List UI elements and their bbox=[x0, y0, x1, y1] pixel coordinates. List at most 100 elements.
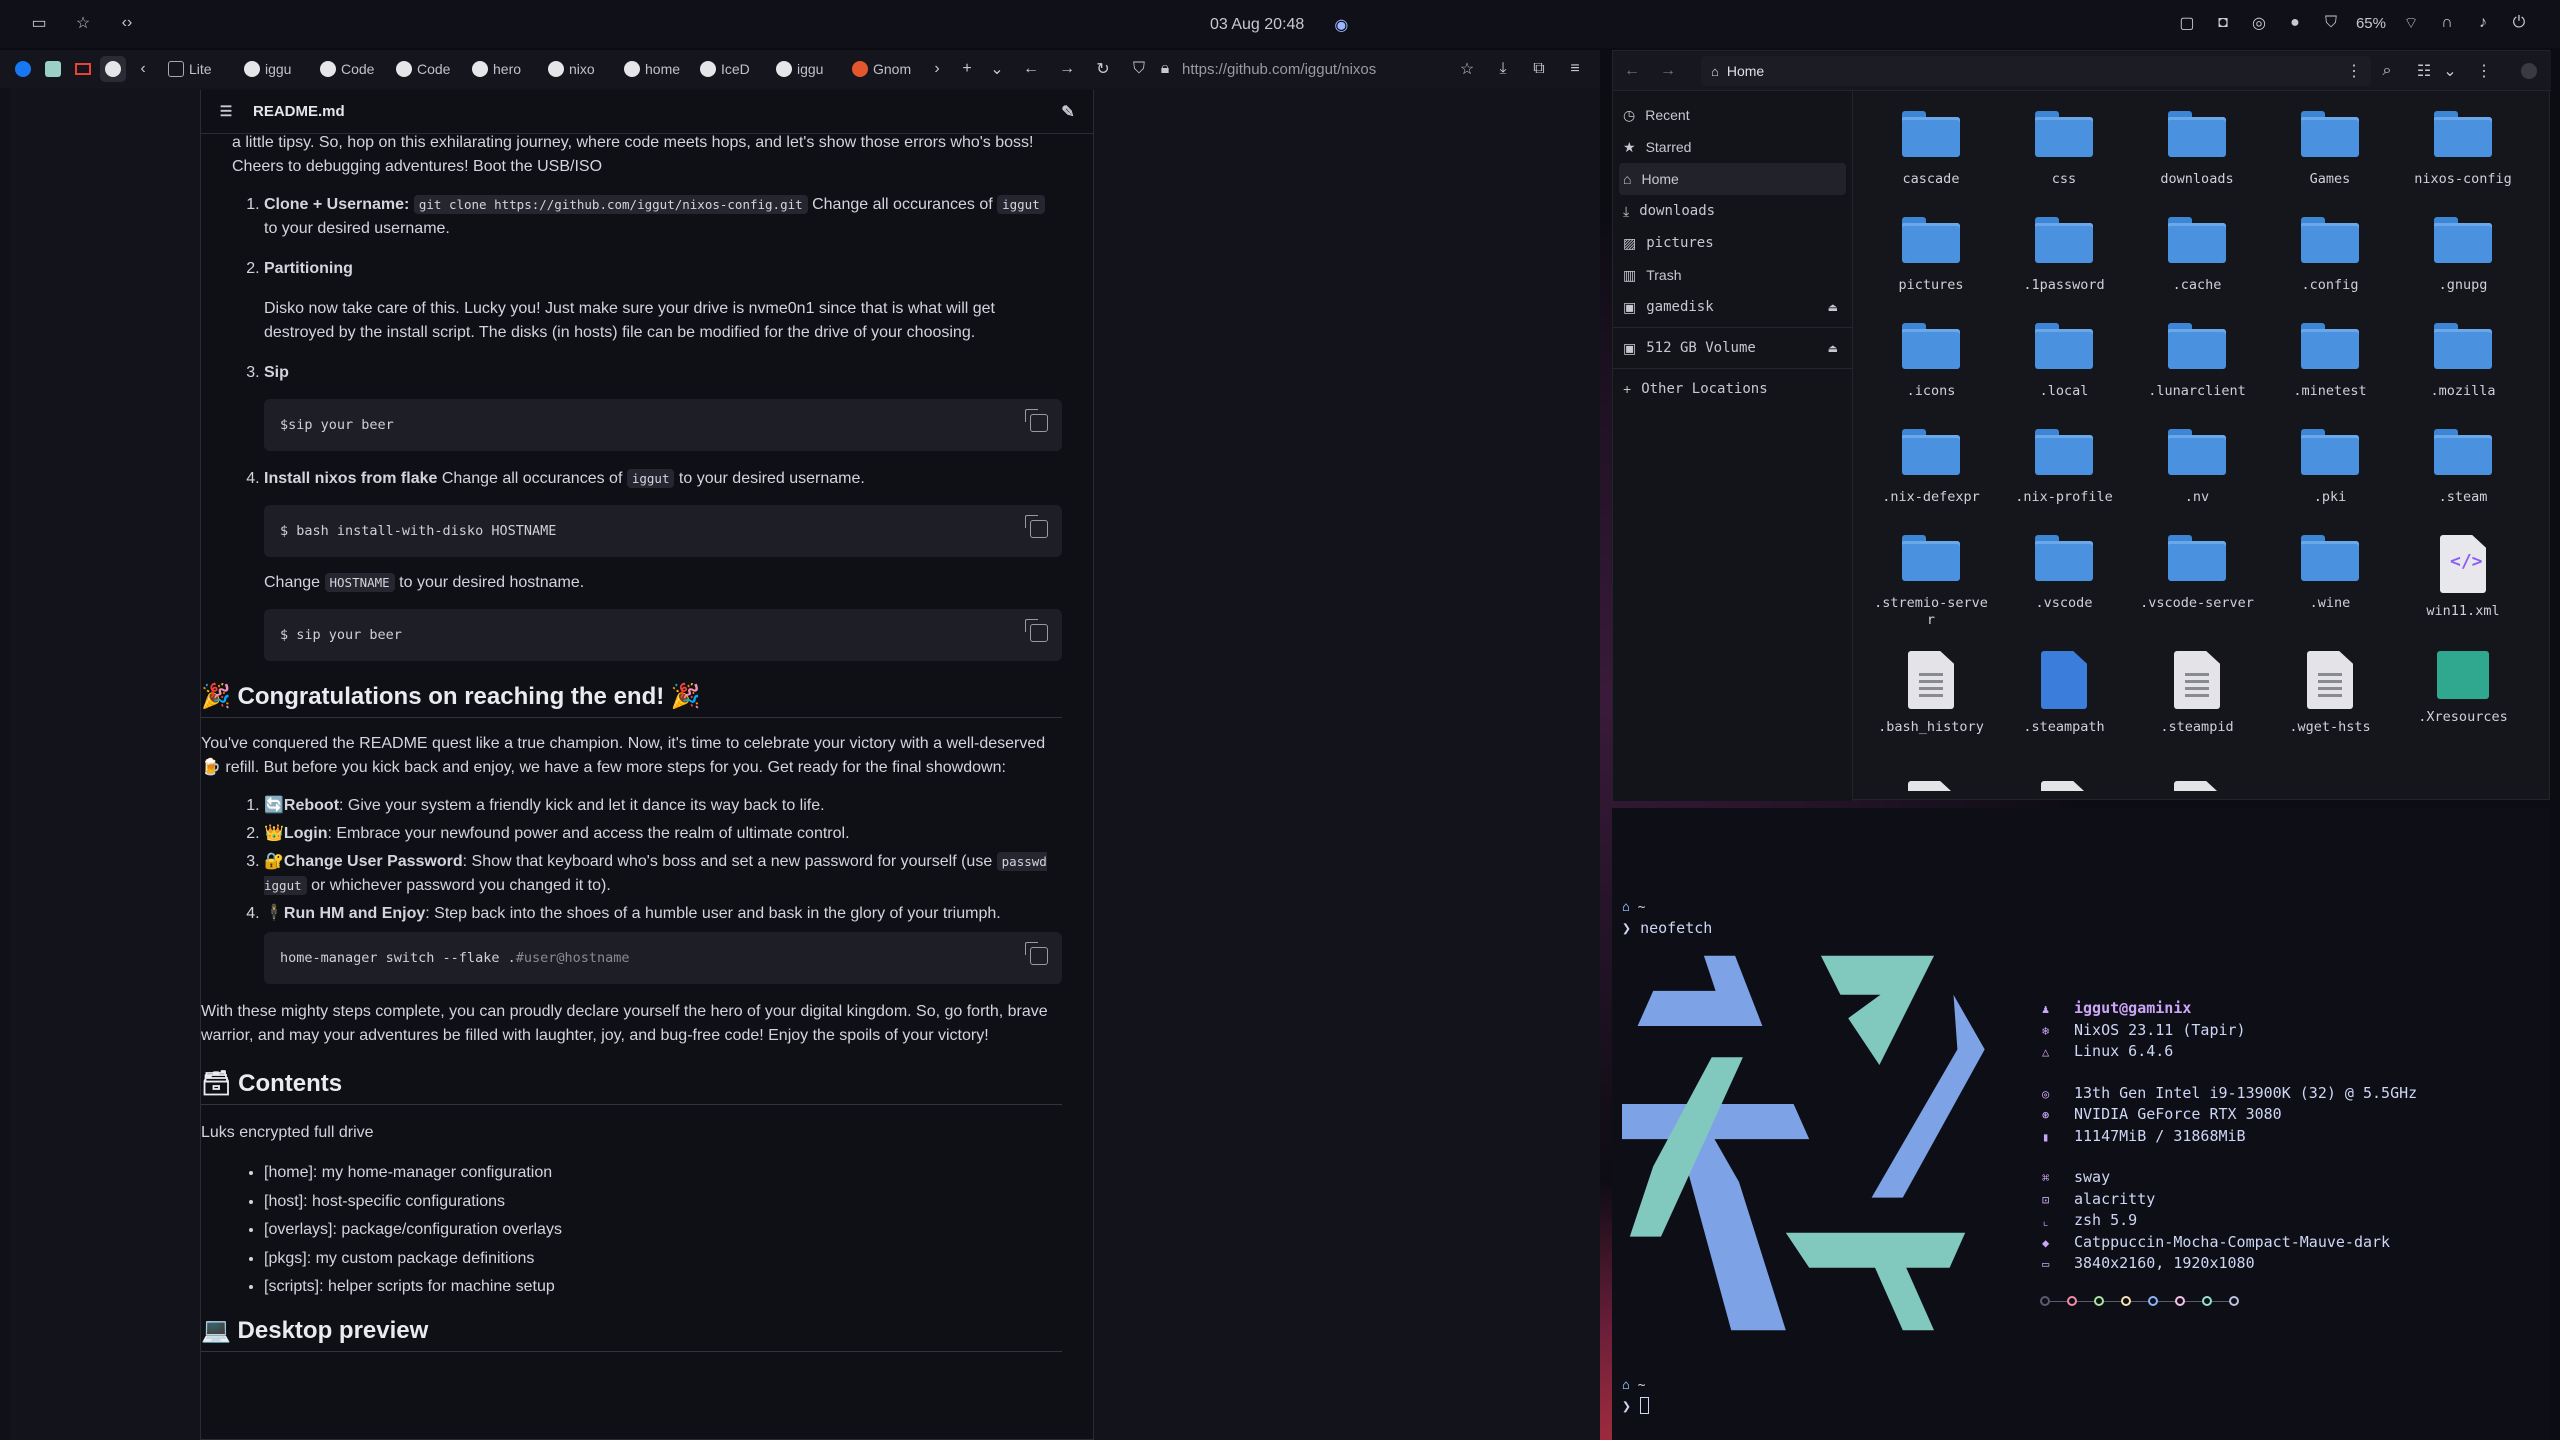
desktop-icon[interactable]: ▭ bbox=[28, 12, 50, 34]
gmail-pinned-tab[interactable] bbox=[70, 56, 96, 82]
file-item[interactable]: .stremio-server bbox=[1871, 535, 1991, 629]
gamepad-icon[interactable]: ◘ bbox=[2212, 12, 2234, 34]
tab-2[interactable]: iggu bbox=[236, 53, 312, 85]
sidebar-item-other-locations[interactable]: + Other Locations bbox=[1613, 373, 1852, 405]
eject-icon[interactable]: ⏏ bbox=[1828, 342, 1838, 355]
file-item[interactable]: .wine bbox=[2270, 535, 2390, 612]
sidebar-item-gamedisk[interactable]: ▣ gamedisk ⏏ bbox=[1613, 291, 1852, 323]
file-item[interactable]: .nix-defexpr bbox=[1871, 429, 1991, 506]
menu-icon[interactable]: ⋮ bbox=[2473, 60, 2495, 82]
file-item[interactable]: .local bbox=[2004, 323, 2124, 400]
outline-icon[interactable]: ☰ bbox=[215, 101, 237, 123]
file-item[interactable]: .1password bbox=[2004, 217, 2124, 294]
file-item[interactable]: .pki bbox=[2270, 429, 2390, 506]
screen-icon[interactable]: ▢ bbox=[2176, 12, 2198, 34]
list-tabs-icon[interactable]: ⌄ bbox=[986, 58, 1008, 80]
file-item[interactable]: nixos-config bbox=[2403, 111, 2523, 188]
new-tab-icon[interactable]: + bbox=[956, 58, 978, 80]
file-item[interactable]: .steam bbox=[2403, 429, 2523, 506]
record-icon[interactable]: ◎ bbox=[2248, 12, 2270, 34]
file-item[interactable]: Games bbox=[2270, 111, 2390, 188]
search-icon[interactable]: ⌕ bbox=[2376, 60, 2398, 82]
downloads-icon[interactable]: ⤓ bbox=[1492, 58, 1514, 80]
pinned-tab-2[interactable] bbox=[40, 56, 66, 82]
tab-5[interactable]: hero bbox=[464, 53, 540, 85]
view-list-icon[interactable]: ☷ bbox=[2413, 60, 2435, 82]
reload-icon[interactable]: ↻ bbox=[1092, 58, 1114, 80]
file-item[interactable]: css bbox=[2004, 111, 2124, 188]
shield-icon[interactable]: ⛉ bbox=[2320, 12, 2342, 34]
back-icon[interactable]: ← bbox=[1621, 60, 1643, 82]
copy-icon[interactable] bbox=[1025, 409, 1048, 432]
file-item[interactable]: .steampath bbox=[2004, 651, 2124, 736]
file-item[interactable]: cascade bbox=[1871, 111, 1991, 188]
clock[interactable]: 03 Aug 20:48 bbox=[1210, 16, 1304, 34]
file-item[interactable]: .nix-profile bbox=[2004, 429, 2124, 506]
wifi-icon[interactable]: ⌔ bbox=[2400, 12, 2422, 34]
text-file-icon bbox=[2174, 781, 2220, 791]
bookmark-star-icon[interactable]: ☆ bbox=[1456, 58, 1478, 80]
tab-10[interactable]: Gnom bbox=[844, 53, 920, 85]
file-item[interactable]: .gnupg bbox=[2403, 217, 2523, 294]
view-options-icon[interactable]: ⌄ bbox=[2439, 60, 2461, 82]
sidebar-item-starred[interactable]: ★ Starred bbox=[1613, 131, 1852, 163]
sidebar-item-trash[interactable]: ▥ Trash bbox=[1613, 259, 1852, 291]
copy-icon[interactable] bbox=[1025, 619, 1048, 642]
file-item[interactable]: </> win11.xml bbox=[2403, 535, 2523, 620]
star-icon[interactable]: ☆ bbox=[72, 12, 94, 34]
edit-pencil-icon[interactable]: ✎ bbox=[1057, 101, 1079, 123]
file-item[interactable]: .mozilla bbox=[2403, 323, 2523, 400]
path-bar[interactable]: ⌂ Home ⋮ bbox=[1701, 56, 2371, 86]
tab-8[interactable]: IceD bbox=[692, 53, 768, 85]
url-field[interactable]: https://github.com/iggut/nixos bbox=[1182, 61, 1442, 78]
eject-icon[interactable]: ⏏ bbox=[1828, 301, 1838, 314]
forward-icon[interactable]: → bbox=[1657, 60, 1679, 82]
headphones-icon[interactable]: ∩ bbox=[2436, 12, 2458, 34]
sidebar-item-volume[interactable]: ▣ 512 GB Volume ⏏ bbox=[1613, 332, 1852, 364]
copy-icon[interactable] bbox=[1025, 515, 1048, 538]
file-item[interactable]: .icons bbox=[1871, 323, 1991, 400]
file-item[interactable]: .minetest bbox=[2270, 323, 2390, 400]
sidebar-item-recent[interactable]: ◷ Recent bbox=[1613, 99, 1852, 131]
tabs-scroll-left-icon[interactable]: ‹ bbox=[132, 58, 154, 80]
path-menu-icon[interactable]: ⋮ bbox=[2343, 60, 2365, 82]
close-icon[interactable] bbox=[2521, 63, 2537, 79]
sidebar-item-pictures[interactable]: ▨ pictures bbox=[1613, 227, 1852, 259]
code-icon[interactable]: ‹› bbox=[116, 12, 138, 34]
github-pinned-tab[interactable] bbox=[100, 56, 126, 82]
file-item[interactable]: .config bbox=[2270, 217, 2390, 294]
extensions-icon[interactable]: ⧉ bbox=[1528, 58, 1550, 80]
facebook-pinned-tab[interactable] bbox=[10, 56, 36, 82]
file-item[interactable]: pictures bbox=[1871, 217, 1991, 294]
tab-7[interactable]: home bbox=[616, 53, 692, 85]
file-item[interactable]: .nv bbox=[2137, 429, 2257, 506]
menu-icon[interactable]: ≡ bbox=[1564, 58, 1586, 80]
command-line-active[interactable]: ❯ bbox=[1622, 1397, 1650, 1415]
forward-icon[interactable]: → bbox=[1056, 58, 1078, 80]
lock-icon[interactable]: 🔒︎ bbox=[1154, 58, 1176, 80]
copy-icon[interactable] bbox=[1025, 942, 1048, 965]
file-item[interactable]: .wget-hsts bbox=[2270, 651, 2390, 736]
file-item[interactable]: .vscode bbox=[2004, 535, 2124, 612]
power-icon[interactable]: ⏻ bbox=[2508, 12, 2530, 34]
back-icon[interactable]: ← bbox=[1020, 58, 1042, 80]
file-item[interactable]: downloads bbox=[2137, 111, 2257, 188]
file-item[interactable]: .cache bbox=[2137, 217, 2257, 294]
file-item[interactable]: .steampid bbox=[2137, 651, 2257, 736]
tab-4[interactable]: Code bbox=[388, 53, 464, 85]
microphone-icon[interactable]: ♪ bbox=[2472, 12, 2494, 34]
tab-6[interactable]: nixo bbox=[540, 53, 616, 85]
sidebar-item-downloads[interactable]: ⤓ downloads bbox=[1613, 195, 1852, 227]
file-item[interactable]: .bash_history bbox=[1871, 651, 1991, 736]
file-item[interactable]: .lunarclient bbox=[2137, 323, 2257, 400]
tabs-scroll-right-icon[interactable]: › bbox=[926, 58, 948, 80]
steam-icon[interactable]: ● bbox=[2284, 12, 2306, 34]
file-label: .pki bbox=[2313, 489, 2347, 505]
tab-3[interactable]: Code bbox=[312, 53, 388, 85]
tracking-shield-icon[interactable]: ⛉ bbox=[1128, 58, 1150, 80]
tab-9[interactable]: iggu bbox=[768, 53, 844, 85]
file-item[interactable]: .Xresources bbox=[2403, 651, 2523, 726]
file-item[interactable]: .vscode-server bbox=[2137, 535, 2257, 612]
tab-1[interactable]: Lite bbox=[160, 53, 236, 85]
sidebar-item-home[interactable]: ⌂ Home bbox=[1619, 163, 1846, 195]
